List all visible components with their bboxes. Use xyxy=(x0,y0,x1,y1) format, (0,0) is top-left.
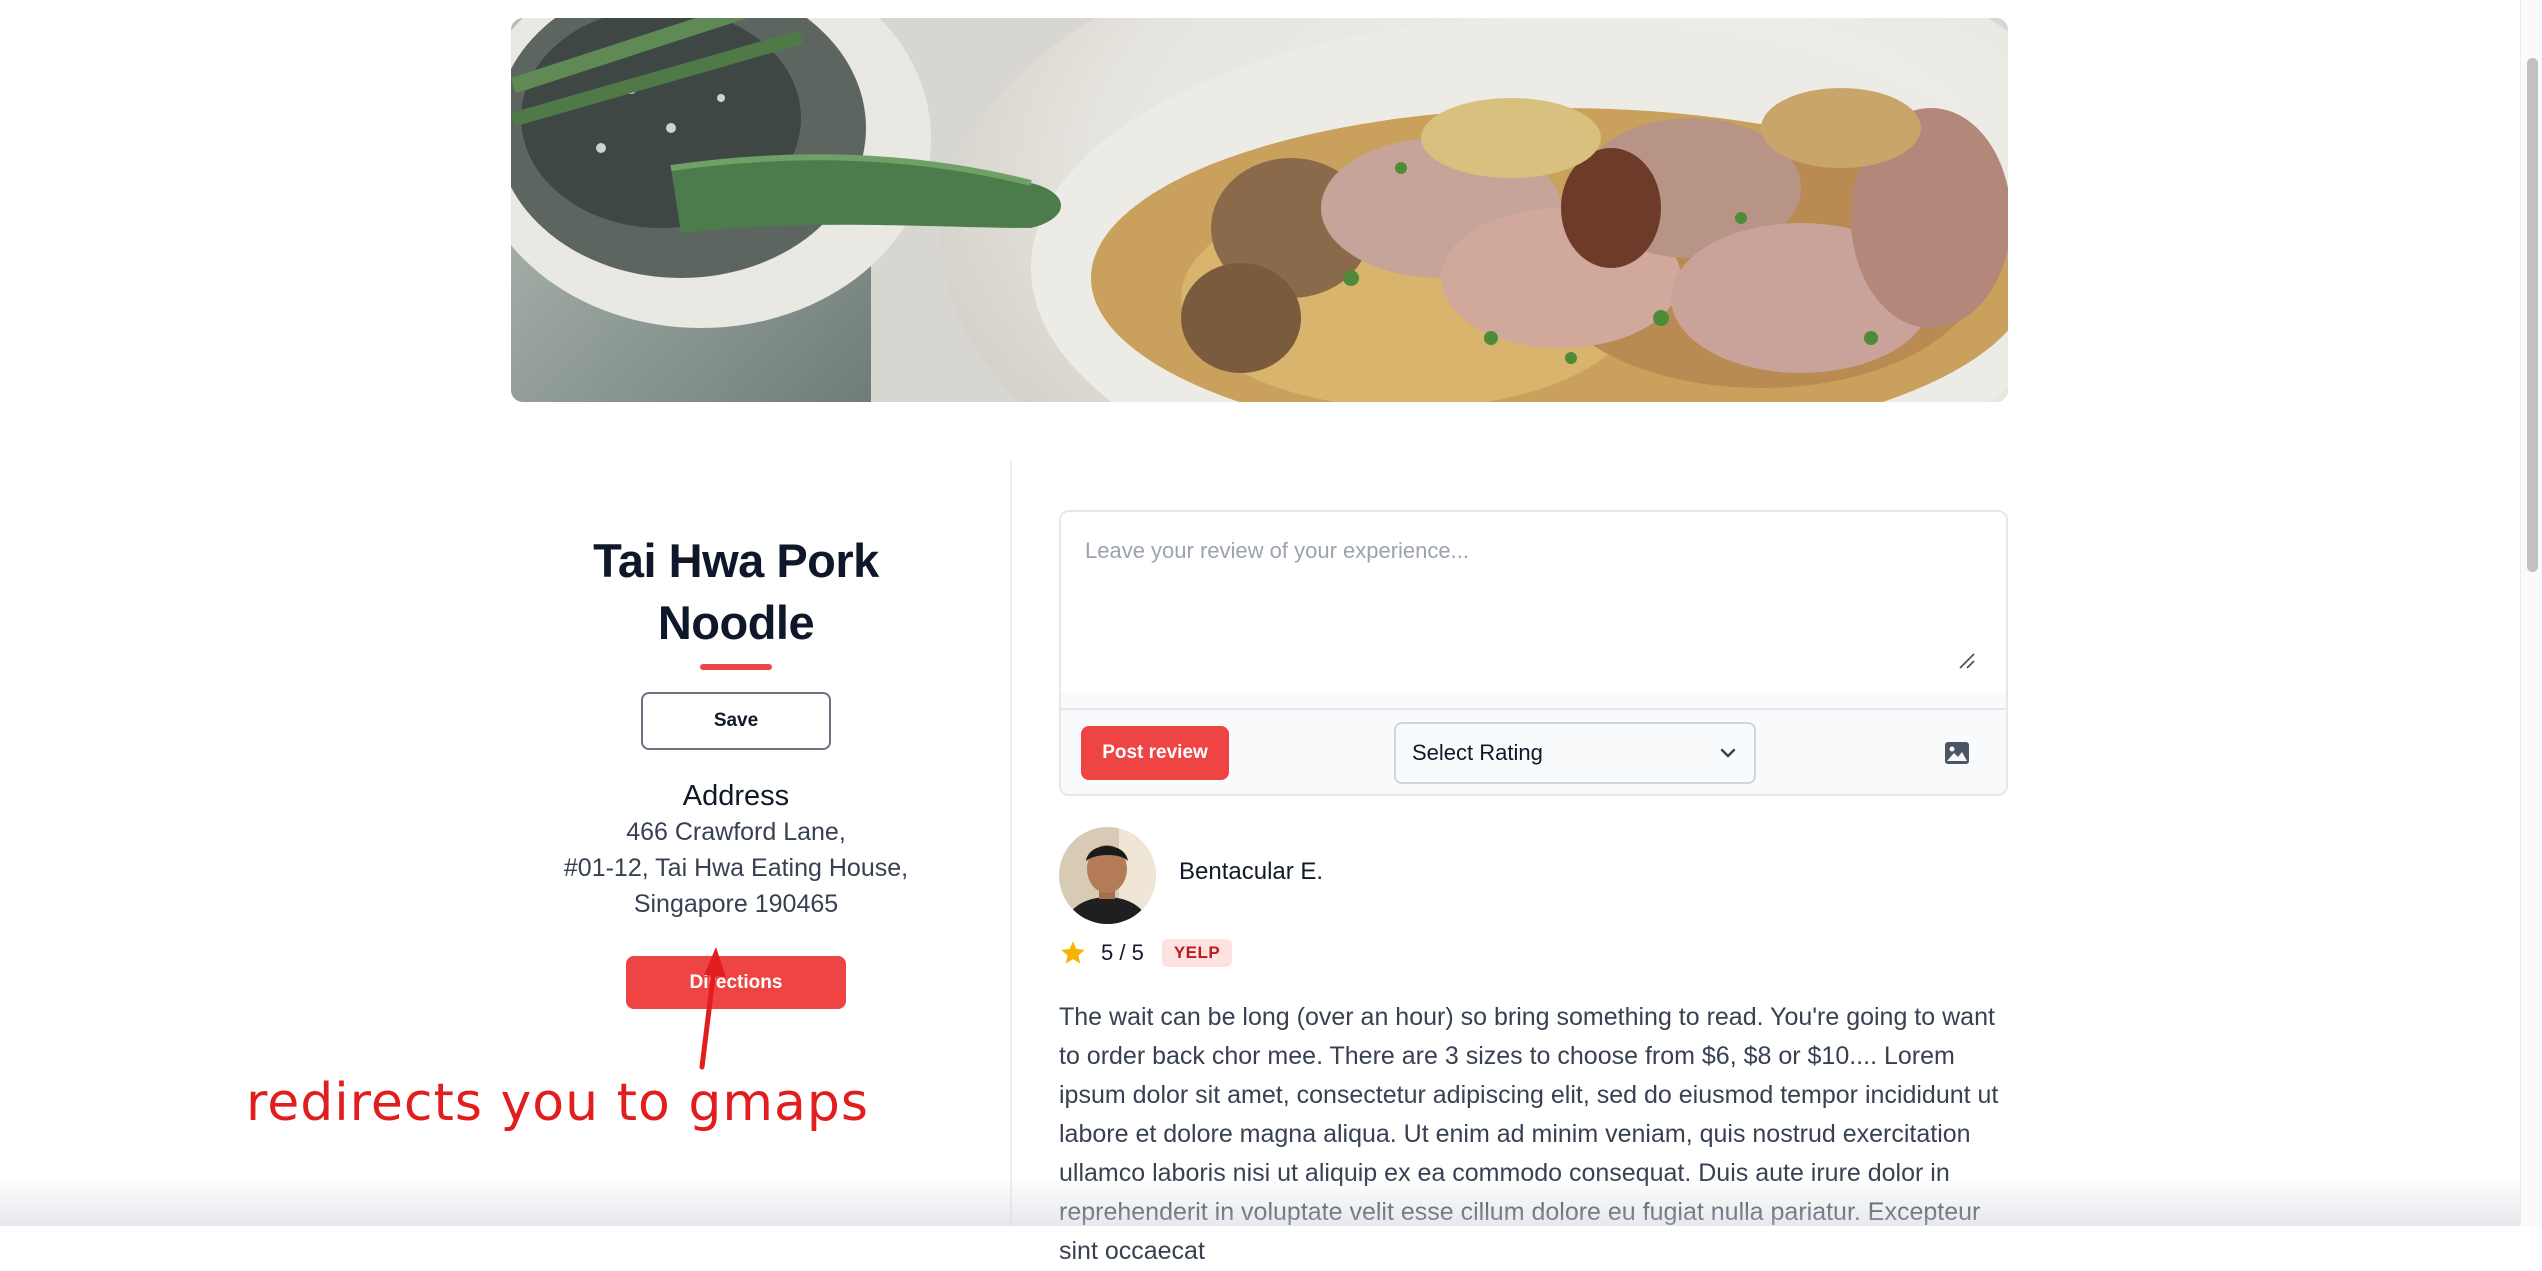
hero-image xyxy=(511,18,2008,402)
scrollbar-thumb[interactable] xyxy=(2527,58,2538,572)
resize-grip-icon[interactable] xyxy=(1958,652,1976,670)
save-button[interactable]: Save xyxy=(641,692,831,750)
composer-spacer xyxy=(1061,692,2006,708)
review-rating: 5 / 5 xyxy=(1101,940,1144,965)
column-divider xyxy=(1010,460,1012,1226)
address-line-2: #01-12, Tai Hwa Eating House, xyxy=(563,854,909,882)
avatar xyxy=(1059,827,1156,924)
restaurant-name: Tai Hwa Pork Noodle xyxy=(593,534,879,649)
scrollbar[interactable] xyxy=(2520,0,2542,1226)
address-line-3: Singapore 190465 xyxy=(633,890,839,918)
rating-select-label: Select Rating xyxy=(1412,740,1543,765)
review-composer: Post review Select Rating xyxy=(1059,510,2008,796)
image-icon[interactable] xyxy=(1944,740,1970,766)
restaurant-info: Tai Hwa Pork Noodle Save Address 466 Cra… xyxy=(511,530,961,1009)
review-input[interactable] xyxy=(1061,512,2006,692)
review-text: The wait can be long (over an hour) so b… xyxy=(1059,1003,1999,1265)
title-underline xyxy=(700,664,772,670)
annotation-arrow-icon xyxy=(699,947,726,1070)
review-rating-row: 5 / 5 YELP xyxy=(1059,936,1233,970)
rating-select[interactable]: Select Rating xyxy=(1394,722,1756,784)
post-review-button[interactable]: Post review xyxy=(1081,726,1229,780)
chevron-down-icon xyxy=(1720,748,1736,758)
address-line-1: 466 Crawford Lane, xyxy=(626,818,846,846)
star-icon xyxy=(1061,941,1085,964)
address-heading: Address xyxy=(682,780,790,812)
reviewer-name: Bentacular E. xyxy=(1179,858,1324,885)
composer-toolbar: Post review Select Rating xyxy=(1061,708,2006,794)
source-badge: YELP xyxy=(1161,939,1233,967)
annotation-text: redirects you to gmaps xyxy=(246,1073,869,1133)
